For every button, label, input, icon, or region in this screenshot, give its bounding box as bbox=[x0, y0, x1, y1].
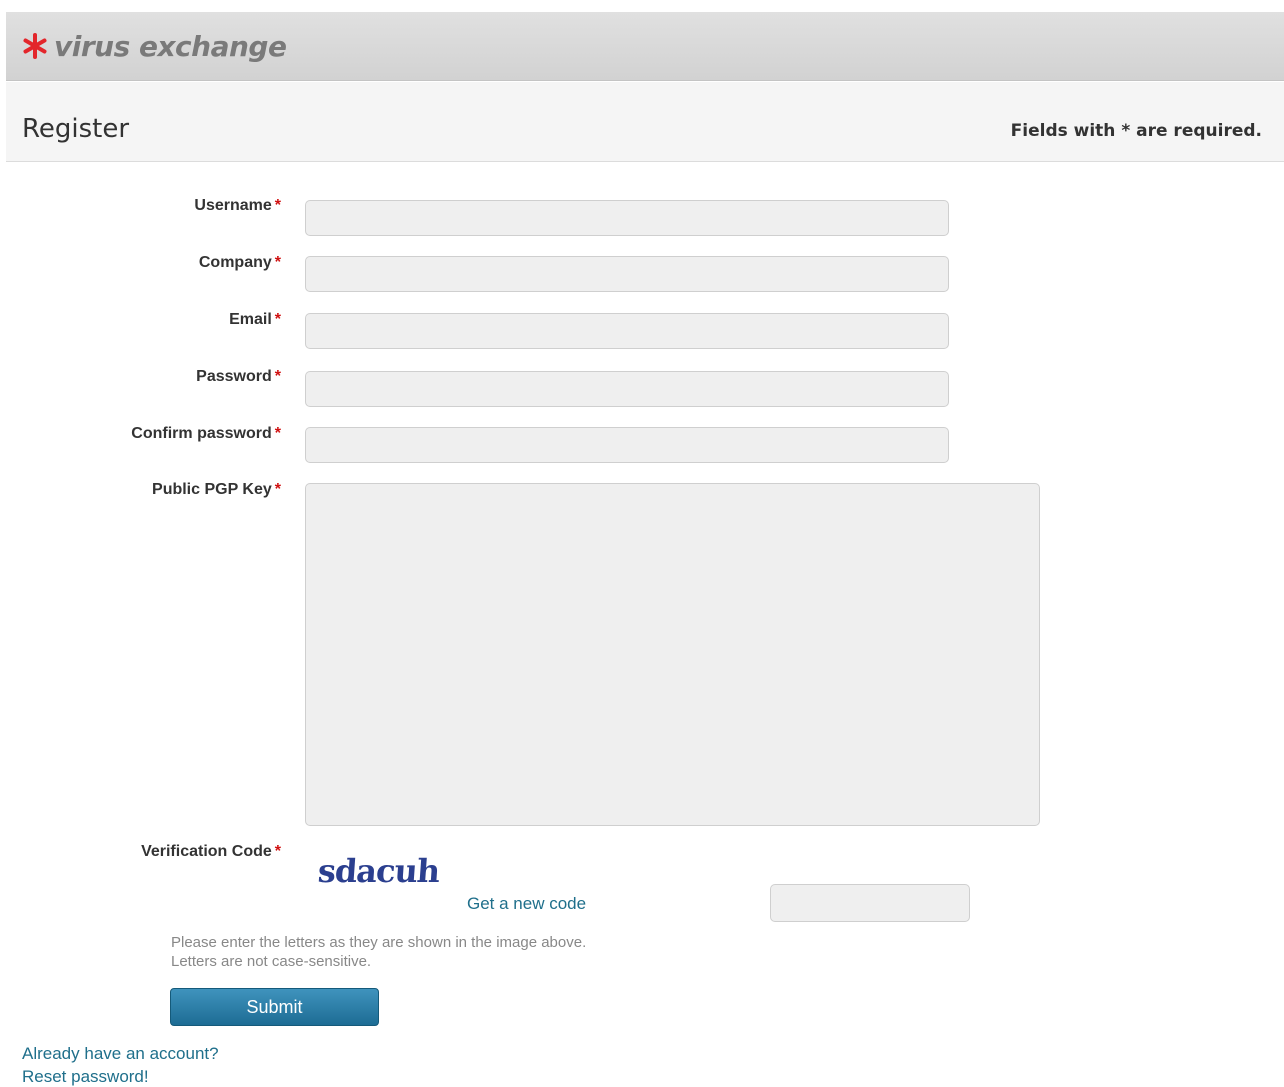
company-label-text: Company bbox=[198, 254, 272, 271]
login-link[interactable]: Already have an account? bbox=[22, 1044, 219, 1064]
submit-button-label: Submit bbox=[246, 996, 303, 1017]
required-asterisk: * bbox=[274, 843, 281, 860]
username-input[interactable] bbox=[305, 200, 949, 236]
page-title-bar: Register Fields with * are required. bbox=[6, 82, 1284, 162]
get-new-code-link[interactable]: Get a new code bbox=[467, 894, 586, 914]
page-title: Register bbox=[22, 114, 130, 144]
captcha-hint: Please enter the letters as they are sho… bbox=[171, 933, 586, 971]
username-label-text: Username bbox=[194, 197, 272, 214]
captcha-hint-line-2: Letters are not case-sensitive. bbox=[171, 953, 372, 970]
required-asterisk: * bbox=[274, 368, 281, 385]
confirm-password-label-text: Confirm password bbox=[131, 425, 272, 442]
reset-password-link[interactable]: Reset password! bbox=[22, 1067, 149, 1087]
submit-button[interactable]: Submit bbox=[170, 988, 379, 1026]
username-label: Username * bbox=[194, 197, 281, 215]
email-input[interactable] bbox=[305, 313, 949, 349]
logo-text: virus exchange bbox=[54, 29, 287, 63]
required-asterisk: * bbox=[274, 254, 281, 271]
verification-code-label: Verification Code * bbox=[141, 843, 281, 861]
required-asterisk: * bbox=[274, 197, 281, 214]
verification-code-input[interactable] bbox=[770, 884, 970, 922]
confirm-password-label: Confirm password * bbox=[131, 425, 281, 443]
site-logo[interactable]: virus exchange bbox=[22, 26, 287, 66]
required-asterisk: * bbox=[274, 311, 281, 328]
company-label: Company * bbox=[199, 254, 281, 272]
required-fields-note: Fields with * are required. bbox=[1010, 121, 1262, 141]
pgp-key-label: Public PGP Key * bbox=[152, 481, 281, 499]
required-asterisk: * bbox=[274, 481, 281, 498]
confirm-password-input[interactable] bbox=[305, 427, 949, 463]
pgp-key-label-text: Public PGP Key bbox=[152, 481, 272, 498]
company-input[interactable] bbox=[305, 256, 949, 292]
password-label: Password * bbox=[196, 368, 281, 386]
required-asterisk: * bbox=[274, 425, 281, 442]
password-input[interactable] bbox=[305, 371, 949, 407]
email-label-text: Email bbox=[229, 311, 272, 328]
top-header-bar: virus exchange bbox=[6, 12, 1284, 81]
verification-code-label-text: Verification Code bbox=[141, 843, 272, 860]
asterisk-logo-icon bbox=[23, 33, 47, 59]
pgp-key-textarea[interactable] bbox=[305, 483, 1040, 826]
captcha-image: sdacuh bbox=[316, 852, 441, 890]
password-label-text: Password bbox=[196, 368, 272, 385]
captcha-hint-line-1: Please enter the letters as they are sho… bbox=[171, 934, 587, 951]
email-label: Email * bbox=[229, 311, 281, 329]
